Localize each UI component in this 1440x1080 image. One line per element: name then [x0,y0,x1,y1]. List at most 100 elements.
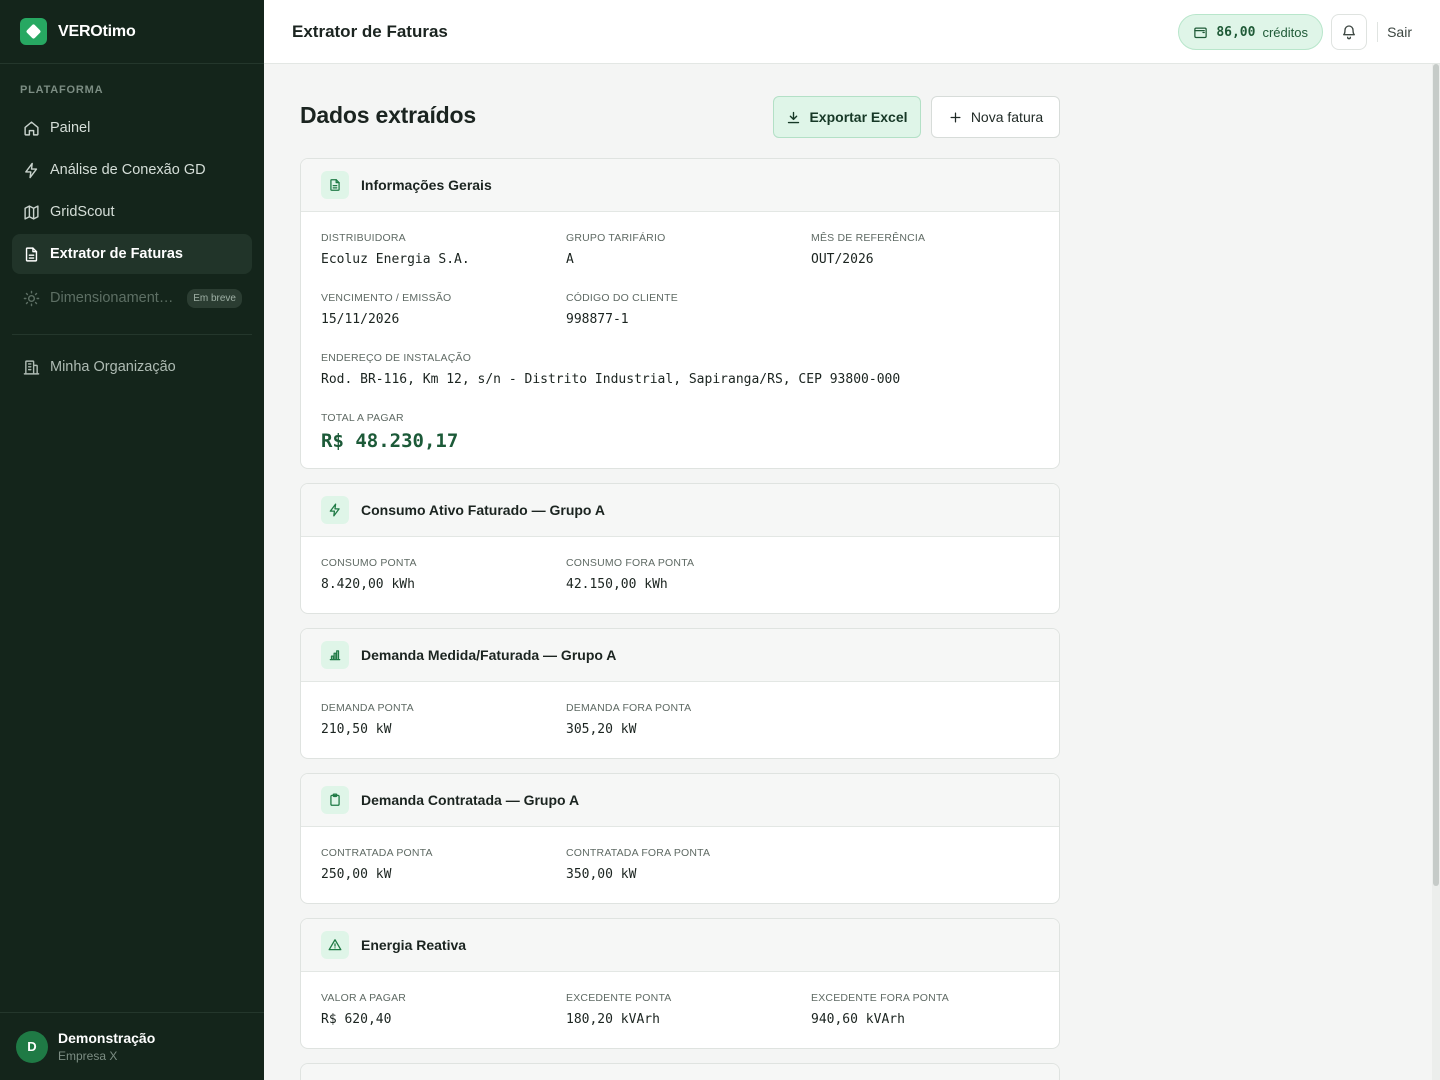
field-value: 998877-1 [566,312,629,327]
brand-logo-icon [20,18,47,45]
credits-badge[interactable]: 86,00 créditos [1178,14,1323,50]
sidebar-item-label: GridScout [50,204,115,220]
card-demanda-medida: Demanda Medida/Faturada — Grupo A DEMAND… [300,628,1060,759]
card-energia-reativa: Energia Reativa VALOR A PAGAR R$ 620,40 … [300,918,1060,1049]
clipboard-icon [321,786,349,814]
card-title: Energia Reativa [361,937,467,953]
download-icon [786,110,801,125]
field-value: Rod. BR-116, Km 12, s/n - Distrito Indus… [321,372,901,387]
card-title: Informações Gerais [361,177,492,193]
field-contratada-ponta: CONTRATADA PONTA 250,00 kW [321,847,433,882]
sidebar-item-label: Dimensionamento... [50,290,178,306]
field-label: GRUPO TARIFÁRIO [566,232,666,244]
field-value: 180,20 kVArh [566,1012,660,1027]
field-excedente-ponta: EXCEDENTE PONTA 180,20 kVArh [566,992,672,1027]
bell-icon [1341,24,1357,40]
bolt-icon [321,496,349,524]
header-separator [1377,22,1378,42]
field-codigo-cliente: CÓDIGO DO CLIENTE 998877-1 [566,292,678,327]
card-header: Informações Gerais [301,159,1059,212]
card-header: Demanda Contratada — Grupo A [301,774,1059,827]
field-value: 350,00 kW [566,867,637,882]
card-title: Demanda Contratada — Grupo A [361,792,580,808]
field-label: ENDEREÇO DE INSTALAÇÃO [321,352,472,364]
export-excel-button[interactable]: Exportar Excel [773,96,921,138]
field-contratada-fora-ponta: CONTRATADA FORA PONTA 350,00 kW [566,847,710,882]
card-title: Consumo Ativo Faturado — Grupo A [361,502,605,518]
field-label: TOTAL A PAGAR [321,412,404,424]
field-label: EXCEDENTE PONTA [566,992,672,1004]
field-consumo-ponta: CONSUMO PONTA 8.420,00 kWh [321,557,417,592]
document-icon [22,245,40,263]
field-label: VENCIMENTO / EMISSÃO [321,292,452,304]
bolt-icon [22,161,40,179]
notifications-button[interactable] [1331,14,1367,50]
main-scrollbar[interactable] [1432,64,1440,1080]
plus-icon [948,110,963,125]
field-value: A [566,252,574,267]
field-mes-referencia: MÊS DE REFERÊNCIA OUT/2026 [811,232,925,267]
credits-label: créditos [1262,24,1308,40]
sidebar-item-extrator[interactable]: Extrator de Faturas [12,234,252,274]
warning-icon [321,931,349,959]
field-vencimento: VENCIMENTO / EMISSÃO 15/11/2026 [321,292,451,327]
avatar: D [16,1030,48,1063]
coming-soon-badge: Em breve [187,288,242,308]
logout-button[interactable]: Sair [1387,24,1412,40]
nav-section-label: PLATAFORMA [20,84,104,96]
field-value: 15/11/2026 [321,312,400,327]
field-label: CONSUMO PONTA [321,557,417,569]
scrollbar-thumb[interactable] [1433,64,1439,886]
credits-value: 86,00 [1216,24,1256,40]
field-value: R$ 620,40 [321,1012,392,1027]
field-label: EXCEDENTE FORA PONTA [811,992,949,1004]
field-value: 210,50 kW [321,722,392,737]
top-header: Extrator de Faturas 86,00 créditos Sair [264,0,1440,64]
sidebar-item-dimensionamento: Dimensionamento... Em breve [12,276,252,320]
building-icon [22,358,40,376]
sidebar-item-analise-conexao[interactable]: Análise de Conexão GD [12,150,252,190]
card-header: Energia Reativa [301,919,1059,972]
card-header: Demanda Medida/Faturada — Grupo A [301,629,1059,682]
field-value: 940,60 kVArh [811,1012,905,1027]
new-invoice-button[interactable]: Nova fatura [931,96,1060,138]
field-grupo-tarifario: GRUPO TARIFÁRIO A [566,232,665,267]
card-next-partial [300,1063,1060,1080]
field-value: 42.150,00 kWh [566,577,668,592]
home-icon [22,119,40,137]
sidebar-item-label: Painel [50,120,91,136]
brand-name: VEROtimo [58,22,136,40]
sidebar-item-label: Extrator de Faturas [50,246,183,262]
field-value: 305,20 kW [566,722,637,737]
field-value: 8.420,00 kWh [321,577,415,592]
total-value: R$ 48.230,17 [321,430,459,452]
field-label: CÓDIGO DO CLIENTE [566,292,678,304]
card-title: Demanda Medida/Faturada — Grupo A [361,647,617,663]
user-profile[interactable]: D Demonstração Empresa X [0,1012,264,1080]
card-consumo-ativo: Consumo Ativo Faturado — Grupo A CONSUMO… [300,483,1060,614]
document-icon [321,171,349,199]
field-label: CONSUMO FORA PONTA [566,557,695,569]
sidebar-item-painel[interactable]: Painel [12,108,252,148]
sidebar-item-label: Minha Organização [50,359,176,375]
sun-icon [22,289,40,307]
card-informacoes-gerais: Informações Gerais DISTRIBUIDORA Ecoluz … [300,158,1060,469]
field-label: DEMANDA PONTA [321,702,414,714]
sidebar-divider [12,334,252,335]
card-header: Consumo Ativo Faturado — Grupo A [301,484,1059,537]
card-header [301,1064,1059,1080]
user-organization: Empresa X [58,1049,118,1063]
wallet-icon [1193,25,1208,40]
field-endereco: ENDEREÇO DE INSTALAÇÃO Rod. BR-116, Km 1… [321,352,900,387]
sidebar-item-label: Análise de Conexão GD [50,162,206,178]
field-label: CONTRATADA FORA PONTA [566,847,711,859]
field-label: DISTRIBUIDORA [321,232,406,244]
sidebar-item-gridscout[interactable]: GridScout [12,192,252,232]
field-excedente-fora-ponta: EXCEDENTE FORA PONTA 940,60 kVArh [811,992,949,1027]
export-label: Exportar Excel [809,109,908,125]
brand[interactable]: VEROtimo [0,0,264,64]
sidebar-item-organizacao[interactable]: Minha Organização [12,347,252,387]
map-icon [22,203,40,221]
field-consumo-fora-ponta: CONSUMO FORA PONTA 42.150,00 kWh [566,557,694,592]
field-label: DEMANDA FORA PONTA [566,702,692,714]
